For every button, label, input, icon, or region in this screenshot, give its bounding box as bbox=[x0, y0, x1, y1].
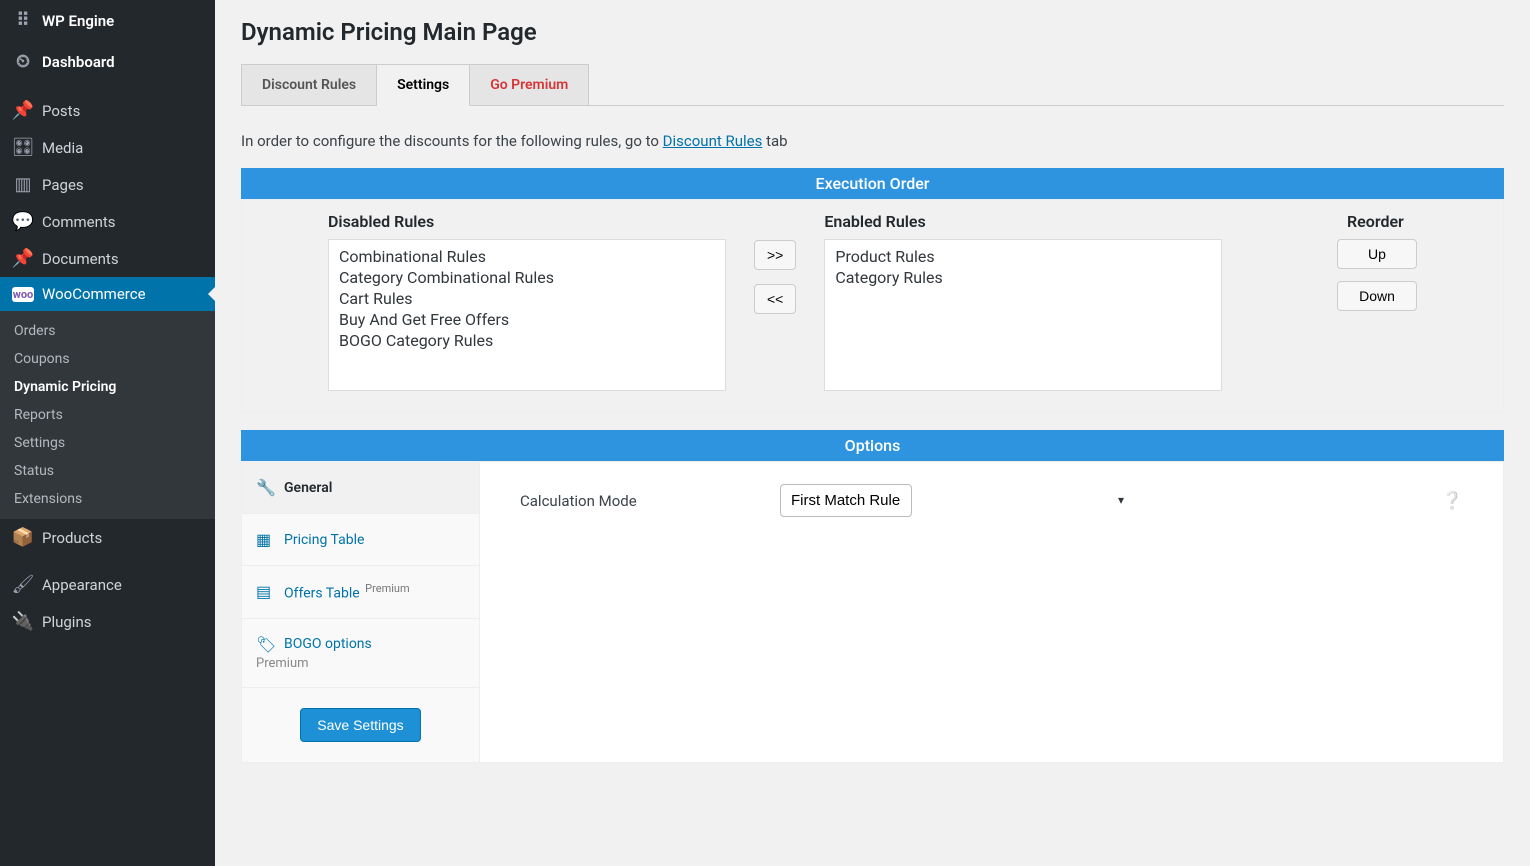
gauge-icon: ⏲ bbox=[12, 51, 34, 72]
sub-status[interactable]: Status bbox=[0, 457, 215, 485]
options-nav-offers-table[interactable]: ▤ Offers Table Premium bbox=[242, 566, 479, 619]
enabled-rules-column: Enabled Rules Product RulesCategory Rule… bbox=[824, 212, 1222, 391]
sidebar-label: Dashboard bbox=[42, 53, 115, 71]
sidebar-label: Appearance bbox=[42, 576, 122, 594]
list-item[interactable]: Product Rules bbox=[833, 246, 1213, 267]
options-panel: 🔧 General ▦ Pricing Table ▤ Offers Table Pr… bbox=[241, 461, 1504, 763]
options-body: Calculation Mode First Match Rule ❔ bbox=[480, 462, 1503, 762]
tab-go-premium[interactable]: Go Premium bbox=[470, 64, 589, 105]
admin-sidebar: ⠿ WP Engine ⏲ Dashboard 📌 Posts 🎛 Media ▥ Pag… bbox=[0, 0, 215, 866]
options-nav-pricing-table[interactable]: ▦ Pricing Table bbox=[242, 514, 479, 566]
save-settings-button[interactable]: Save Settings bbox=[300, 708, 420, 742]
tab-discount-rules[interactable]: Discount Rules bbox=[241, 64, 377, 105]
sub-extensions[interactable]: Extensions bbox=[0, 485, 215, 513]
sidebar-item-documents[interactable]: 📌 Documents bbox=[0, 240, 215, 277]
options-sidebar: 🔧 General ▦ Pricing Table ▤ Offers Table Pr… bbox=[242, 462, 480, 762]
sub-dynamic-pricing[interactable]: Dynamic Pricing bbox=[0, 373, 215, 401]
sidebar-label: WP Engine bbox=[42, 12, 114, 30]
help-icon[interactable]: ❔ bbox=[1442, 491, 1463, 511]
list-item[interactable]: BOGO Category Rules bbox=[337, 330, 717, 351]
options-nav-general[interactable]: 🔧 General bbox=[242, 462, 479, 514]
sidebar-item-dashboard[interactable]: ⏲ Dashboard bbox=[0, 41, 215, 82]
comment-icon: 💬 bbox=[12, 211, 34, 232]
premium-badge: Premium bbox=[365, 582, 409, 595]
sidebar-item-woocommerce[interactable]: woo WooCommerce bbox=[0, 277, 215, 311]
sidebar-item-posts[interactable]: 📌 Posts bbox=[0, 92, 215, 129]
card-icon: ▤ bbox=[256, 582, 274, 601]
move-left-button[interactable]: << bbox=[754, 284, 796, 314]
execution-order-panel: Disabled Rules Combinational RulesCatego… bbox=[241, 199, 1504, 412]
main-content: Dynamic Pricing Main Page Discount Rules… bbox=[215, 0, 1530, 866]
sidebar-item-products[interactable]: 📦 Products bbox=[0, 519, 215, 556]
tag-icon: 🏷 bbox=[256, 635, 274, 654]
sidebar-label: Comments bbox=[42, 213, 116, 231]
options-nav-label: Pricing Table bbox=[284, 532, 364, 548]
execution-order-header: Execution Order bbox=[241, 168, 1504, 199]
enabled-rules-heading: Enabled Rules bbox=[824, 212, 1222, 231]
mover-buttons: >> << bbox=[726, 240, 824, 314]
sidebar-item-pages[interactable]: ▥ Pages bbox=[0, 166, 215, 203]
calculation-mode-label: Calculation Mode bbox=[520, 492, 780, 510]
save-row: Save Settings bbox=[242, 688, 479, 762]
calculation-mode-select-wrap: First Match Rule bbox=[780, 484, 1134, 517]
pages-icon: ▥ bbox=[12, 174, 34, 195]
nav-tabs: Discount Rules Settings Go Premium bbox=[241, 64, 1504, 106]
box-icon: 📦 bbox=[12, 527, 34, 548]
list-item[interactable]: Category Combinational Rules bbox=[337, 267, 717, 288]
brush-icon: 🖌 bbox=[12, 574, 34, 595]
sidebar-label: Documents bbox=[42, 250, 119, 268]
sidebar-label: Media bbox=[42, 139, 83, 157]
options-header: Options bbox=[241, 430, 1504, 461]
sidebar-item-plugins[interactable]: 🔌 Plugins bbox=[0, 603, 215, 640]
page-title: Dynamic Pricing Main Page bbox=[241, 18, 1504, 46]
sub-coupons[interactable]: Coupons bbox=[0, 345, 215, 373]
tab-settings[interactable]: Settings bbox=[377, 64, 470, 106]
grid-icon: ⠿ bbox=[12, 10, 34, 31]
sidebar-label: Pages bbox=[42, 176, 84, 194]
sidebar-label: Products bbox=[42, 529, 102, 547]
calculation-mode-row: Calculation Mode First Match Rule ❔ bbox=[520, 484, 1463, 517]
sidebar-item-comments[interactable]: 💬 Comments bbox=[0, 203, 215, 240]
sidebar-label: Plugins bbox=[42, 613, 91, 631]
wrench-icon: 🔧 bbox=[256, 478, 274, 497]
pin-icon: 📌 bbox=[12, 100, 34, 121]
list-item[interactable]: Combinational Rules bbox=[337, 246, 717, 267]
calculation-mode-select[interactable]: First Match Rule bbox=[780, 484, 912, 517]
media-icon: 🎛 bbox=[12, 137, 34, 158]
options-nav-label: BOGO options bbox=[284, 636, 372, 652]
sub-reports[interactable]: Reports bbox=[0, 401, 215, 429]
sub-settings[interactable]: Settings bbox=[0, 429, 215, 457]
reorder-heading: Reorder bbox=[1347, 212, 1417, 231]
disabled-rules-listbox[interactable]: Combinational RulesCategory Combinationa… bbox=[328, 239, 726, 391]
enabled-rules-listbox[interactable]: Product RulesCategory Rules bbox=[824, 239, 1222, 391]
options-nav-label: Offers Table Premium bbox=[284, 582, 410, 602]
discount-rules-link[interactable]: Discount Rules bbox=[663, 132, 763, 150]
table-icon: ▦ bbox=[256, 530, 274, 549]
reorder-column: Reorder Up Down bbox=[1337, 212, 1417, 311]
premium-subtext: Premium bbox=[256, 656, 465, 671]
sidebar-item-wpengine[interactable]: ⠿ WP Engine bbox=[0, 0, 215, 41]
disabled-rules-heading: Disabled Rules bbox=[328, 212, 726, 231]
options-nav-label: General bbox=[284, 480, 332, 496]
list-item[interactable]: Category Rules bbox=[833, 267, 1213, 288]
options-nav-bogo[interactable]: 🏷 BOGO options Premium bbox=[242, 619, 479, 688]
intro-text: In order to configure the discounts for … bbox=[241, 132, 1504, 150]
sidebar-label: Posts bbox=[42, 102, 80, 120]
intro-prefix: In order to configure the discounts for … bbox=[241, 132, 663, 150]
woo-icon: woo bbox=[12, 287, 34, 302]
sidebar-item-appearance[interactable]: 🖌 Appearance bbox=[0, 566, 215, 603]
list-item[interactable]: Cart Rules bbox=[337, 288, 717, 309]
plug-icon: 🔌 bbox=[12, 611, 34, 632]
sidebar-item-media[interactable]: 🎛 Media bbox=[0, 129, 215, 166]
sidebar-label: WooCommerce bbox=[42, 285, 146, 303]
sub-orders[interactable]: Orders bbox=[0, 317, 215, 345]
list-item[interactable]: Buy And Get Free Offers bbox=[337, 309, 717, 330]
pin-icon: 📌 bbox=[12, 248, 34, 269]
move-right-button[interactable]: >> bbox=[754, 240, 796, 270]
disabled-rules-column: Disabled Rules Combinational RulesCatego… bbox=[328, 212, 726, 391]
intro-suffix: tab bbox=[762, 132, 787, 150]
reorder-up-button[interactable]: Up bbox=[1337, 239, 1417, 269]
woo-submenu: Orders Coupons Dynamic Pricing Reports S… bbox=[0, 311, 215, 519]
reorder-down-button[interactable]: Down bbox=[1337, 281, 1417, 311]
